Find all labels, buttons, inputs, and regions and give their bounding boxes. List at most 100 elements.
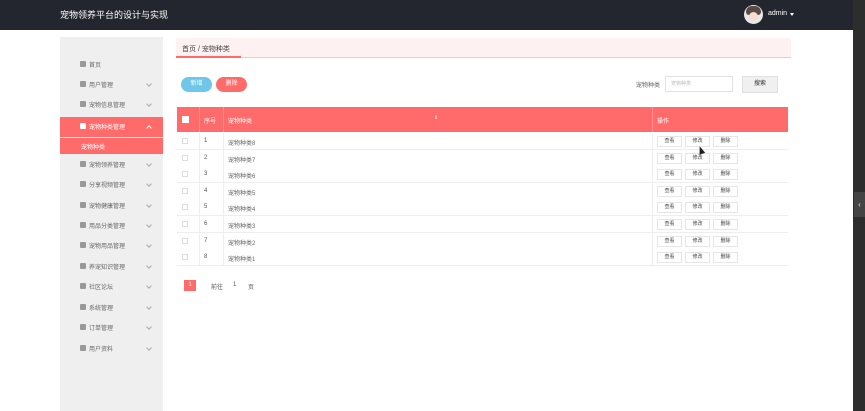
sidebar-item-supply-category[interactable]: 用品分类管理 [60, 216, 163, 236]
row-checkbox[interactable] [182, 154, 188, 161]
view-button[interactable]: 查看 [657, 252, 682, 264]
sidebar-item-orders[interactable]: 订单管理 [60, 318, 163, 338]
row-divider [652, 166, 653, 184]
row-checkbox[interactable] [182, 138, 188, 144]
search-label: 宠物种类 [636, 83, 661, 89]
row-divider [652, 199, 653, 217]
breadcrumb[interactable]: 首页 / 宠物种类 [182, 44, 230, 54]
chevron-down-icon [146, 81, 152, 87]
row-delete-button[interactable]: 删除 [713, 185, 738, 197]
header-index: 序号 [204, 119, 217, 125]
flag-icon [80, 101, 86, 107]
header-category[interactable]: 宠物种类 [228, 116, 252, 125]
chevron-down-icon [146, 304, 152, 310]
sidebar-item-health[interactable]: 宠物健康管理 [60, 196, 163, 216]
row-index: 6 [204, 221, 208, 227]
sidebar-item-pet-category[interactable]: 宠物种类管理 [60, 117, 163, 137]
row-checkbox[interactable] [182, 171, 188, 178]
sidebar-item-label: 用户管理 [89, 83, 114, 89]
view-button[interactable]: 查看 [657, 185, 682, 197]
video-icon [80, 181, 86, 187]
edit-button[interactable]: 修改 [685, 185, 710, 197]
row-checkbox[interactable] [182, 221, 188, 227]
pagination-current-page[interactable]: 1 [184, 280, 196, 291]
row-delete-button[interactable]: 删除 [713, 136, 738, 147]
row-divider [652, 232, 653, 250]
sidebar-item-home[interactable]: 首页 [60, 55, 163, 75]
sidebar-item-label: 分享视频管理 [89, 183, 126, 189]
sidebar-item-label: 社区论坛 [89, 285, 114, 291]
row-index: 2 [204, 154, 208, 161]
row-delete-button[interactable]: 删除 [713, 252, 738, 264]
table-row: 4 宠物种类5 查看 修改 删除 [177, 182, 788, 200]
row-checkbox[interactable] [182, 254, 188, 261]
chevron-down-icon [146, 283, 152, 289]
grid-icon [80, 222, 86, 228]
edit-button[interactable]: 修改 [685, 252, 710, 264]
user-avatar[interactable] [744, 5, 763, 24]
row-delete-button[interactable]: 删除 [713, 202, 738, 214]
row-divider [652, 249, 653, 267]
sidebar-item-forum[interactable]: 社区论坛 [60, 277, 163, 297]
sidebar-item-videos[interactable]: 分享视频管理 [60, 175, 163, 195]
chevron-down-icon [146, 222, 152, 228]
pagination-goto-input[interactable]: 1 [233, 282, 236, 288]
sidebar-item-label: 宠物领养管理 [89, 163, 126, 169]
add-button[interactable]: 新增 [181, 77, 212, 92]
edit-button[interactable]: 修改 [685, 136, 710, 147]
sidebar-item-profile[interactable]: 用户资料 [60, 339, 163, 359]
view-button[interactable]: 查看 [657, 152, 682, 164]
forum-icon [80, 283, 86, 289]
view-button[interactable]: 查看 [657, 169, 682, 181]
row-category-name: 宠物种类6 [228, 174, 256, 181]
paw-icon [80, 161, 86, 167]
row-delete-button[interactable]: 删除 [713, 152, 738, 164]
sidebar-item-label: 宠物用品管理 [89, 244, 126, 250]
row-delete-button[interactable]: 删除 [713, 219, 738, 230]
view-button[interactable]: 查看 [657, 235, 682, 247]
row-category-name: 宠物种类1 [228, 257, 256, 264]
row-category-name: 宠物种类4 [228, 207, 256, 214]
edit-button[interactable]: 修改 [685, 202, 710, 214]
row-divider [652, 182, 653, 200]
header-actions: 操作 [657, 119, 670, 125]
view-button[interactable]: 查看 [657, 202, 682, 214]
sort-icon[interactable]: ⇕ [434, 115, 438, 121]
sidebar-subitem-pet-category[interactable]: 宠物种类 [60, 138, 163, 154]
select-all-checkbox[interactable] [182, 116, 189, 123]
row-checkbox[interactable] [182, 237, 188, 244]
pagination-goto-label: 前往 [211, 285, 224, 291]
breadcrumb-active-underline [176, 56, 241, 58]
row-index: 4 [204, 187, 208, 194]
sidebar-item-label: 订单管理 [89, 326, 114, 332]
row-divider [223, 149, 224, 167]
row-delete-button[interactable]: 删除 [713, 235, 738, 247]
sidebar-item-pet-info[interactable]: 宠物信息管理 [60, 95, 163, 115]
delete-button[interactable]: 删除 [216, 77, 247, 92]
chevron-down-icon [146, 263, 152, 269]
row-checkbox[interactable] [182, 204, 188, 211]
row-divider [652, 133, 653, 150]
view-button[interactable]: 查看 [657, 136, 682, 147]
user-name[interactable]: admin [768, 10, 787, 17]
row-divider [223, 216, 224, 233]
pagination-unit-label: 页 [248, 285, 255, 291]
sidebar-item-knowledge[interactable]: 养宠知识管理 [60, 257, 163, 277]
search-input[interactable]: 宠物种类 [665, 76, 733, 92]
view-button[interactable]: 查看 [657, 219, 682, 230]
edit-button[interactable]: 修改 [685, 235, 710, 247]
chevron-left-icon[interactable]: ‹ [854, 192, 865, 217]
chevron-down-icon[interactable] [790, 13, 794, 16]
sidebar-item-label: 用品分类管理 [89, 224, 126, 230]
row-category-name: 宠物种类5 [228, 190, 256, 197]
edit-button[interactable]: 修改 [685, 152, 710, 164]
edit-button[interactable]: 修改 [685, 169, 710, 181]
search-button[interactable]: 搜索 [742, 76, 778, 93]
row-checkbox[interactable] [182, 187, 188, 194]
sidebar-item-adoption[interactable]: 宠物领养管理 [60, 155, 163, 175]
sidebar-item-users[interactable]: 用户管理 [60, 75, 163, 95]
sidebar-item-system[interactable]: 系统管理 [60, 298, 163, 318]
row-delete-button[interactable]: 删除 [713, 169, 738, 181]
sidebar-item-supplies[interactable]: 宠物用品管理 [60, 236, 163, 256]
edit-button[interactable]: 修改 [685, 219, 710, 230]
